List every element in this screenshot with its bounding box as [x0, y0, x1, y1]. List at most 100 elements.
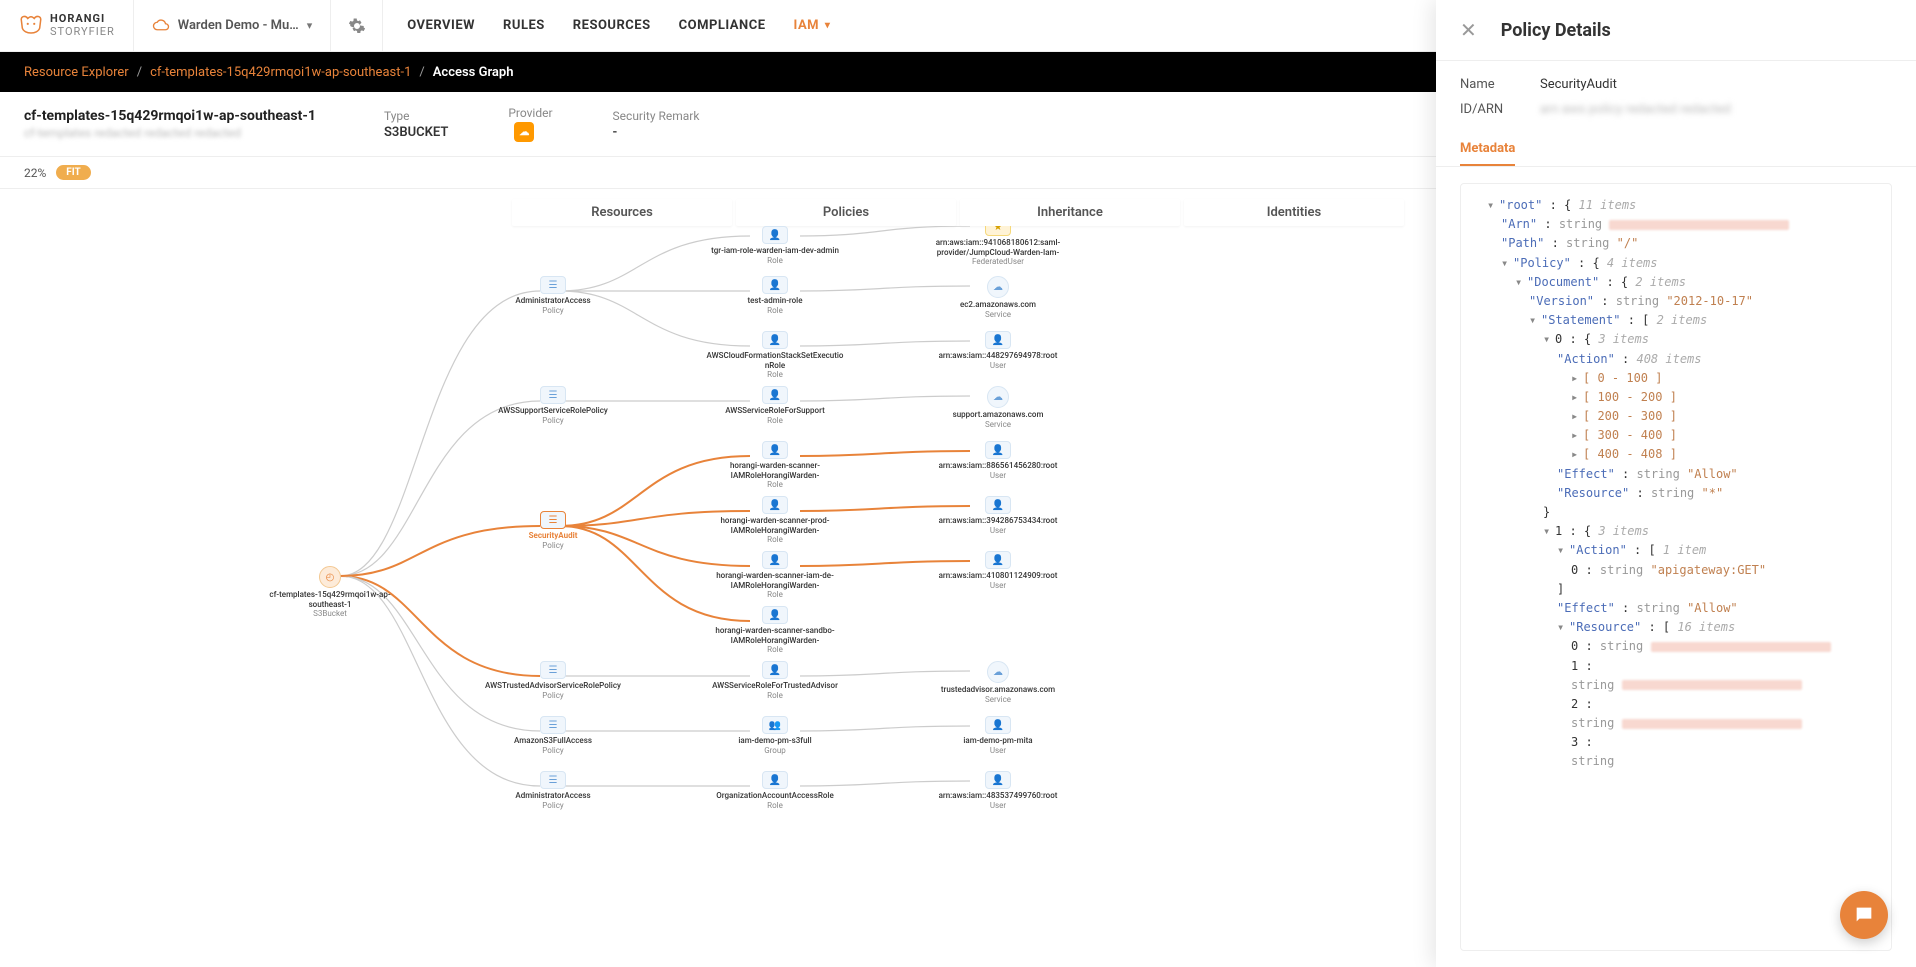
policy-icon: ☰: [540, 661, 566, 679]
type-label: Type: [384, 109, 448, 123]
settings-button[interactable]: [331, 0, 383, 51]
brand-logo[interactable]: HORANGI STORYFIER: [0, 0, 134, 51]
group-icon: 👥: [762, 716, 788, 734]
federated-user-icon: ★: [985, 226, 1011, 236]
policy-details-panel: ✕ Policy Details Name SecurityAudit ID/A…: [1436, 0, 1916, 967]
user-icon: 👤: [985, 551, 1011, 569]
breadcrumb-resource[interactable]: cf-templates-15q429rmqoi1w-ap-southeast-…: [150, 65, 411, 80]
resource-subtext: cf-templates redacted redacted redacted: [24, 126, 384, 140]
user-icon: 👤: [985, 441, 1011, 459]
nav-rules[interactable]: RULES: [503, 18, 545, 33]
node-role[interactable]: 👤AWSServiceRoleForTrustedAdvisorRole: [705, 661, 845, 700]
brand-name: HORANGI: [50, 13, 115, 25]
policy-icon: ☰: [540, 511, 566, 529]
horangi-tiger-icon: [18, 13, 44, 39]
node-identity[interactable]: 👤iam-demo-pm-mitaUser: [928, 716, 1068, 755]
policy-icon: ☰: [540, 386, 566, 404]
tab-metadata[interactable]: Metadata: [1460, 133, 1515, 166]
user-icon: 👤: [985, 771, 1011, 789]
service-icon: ☁: [987, 661, 1009, 683]
node-role[interactable]: 👤AWSCloudFormationStackSetExecutionRoleR…: [705, 331, 845, 379]
node-policy-selected[interactable]: ☰SecurityAuditPolicy: [483, 511, 623, 550]
breadcrumb-root[interactable]: Resource Explorer: [24, 65, 129, 80]
policy-icon: ☰: [540, 716, 566, 734]
remark-label: Security Remark: [613, 109, 700, 123]
node-identity[interactable]: ☁ec2.amazonaws.comService: [928, 276, 1068, 319]
node-policy[interactable]: ☰AmazonS3FullAccessPolicy: [483, 716, 623, 755]
nav-iam[interactable]: IAM ▾: [794, 18, 831, 33]
breadcrumb-leaf: Access Graph: [433, 65, 514, 80]
nav-compliance[interactable]: COMPLIANCE: [679, 18, 766, 33]
node-role[interactable]: 👤OrganizationAccountAccessRoleRole: [705, 771, 845, 810]
zoom-percent: 22%: [24, 166, 46, 180]
meta-name-label: Name: [1460, 77, 1540, 92]
user-icon: 👤: [985, 496, 1011, 514]
service-icon: ☁: [987, 276, 1009, 298]
workspace-label: Warden Demo - Mu…: [178, 18, 299, 33]
fit-button[interactable]: FIT: [56, 165, 90, 180]
workspace-selector[interactable]: Warden Demo - Mu… ▾: [134, 0, 331, 51]
node-policy[interactable]: ☰AdministratorAccessPolicy: [483, 771, 623, 810]
provider-label: Provider: [508, 106, 552, 120]
node-role[interactable]: 👤horangi-warden-scanner-IAMRoleHorangiWa…: [705, 441, 845, 489]
close-button[interactable]: ✕: [1460, 18, 1477, 42]
node-role[interactable]: 👤horangi-warden-scanner-prod-IAMRoleHora…: [705, 496, 845, 544]
role-icon: 👤: [762, 226, 788, 244]
node-identity[interactable]: ☁support.amazonaws.comService: [928, 386, 1068, 429]
node-identity[interactable]: ☁trustedadvisor.amazonaws.comService: [928, 661, 1068, 704]
node-role[interactable]: 👤tgr-iam-role-warden-iam-dev-adminRole: [705, 226, 845, 265]
panel-title: Policy Details: [1501, 20, 1611, 41]
graph-col-resources: Resources: [512, 199, 732, 226]
role-icon: 👤: [762, 551, 788, 569]
chevron-down-icon: ▾: [825, 20, 831, 31]
node-identity[interactable]: 👤arn:aws:iam::410801124909:rootUser: [928, 551, 1068, 590]
node-group[interactable]: 👥iam-demo-pm-s3fullGroup: [705, 716, 845, 755]
chat-button[interactable]: [1840, 891, 1888, 939]
node-role[interactable]: 👤AWSServiceRoleForSupportRole: [705, 386, 845, 425]
json-tree[interactable]: ▾"root" : { 11 items "Arn" : string "Pat…: [1460, 183, 1892, 951]
role-icon: 👤: [762, 386, 788, 404]
user-icon: 👤: [985, 716, 1011, 734]
aws-provider-icon: ☁: [514, 122, 534, 142]
role-icon: 👤: [762, 441, 788, 459]
role-icon: 👤: [762, 661, 788, 679]
meta-arn-label: ID/ARN: [1460, 102, 1540, 117]
node-role[interactable]: 👤horangi-warden-scanner-sandbo-IAMRoleHo…: [705, 606, 845, 654]
role-icon: 👤: [762, 496, 788, 514]
role-icon: 👤: [762, 606, 788, 624]
graph-col-inheritance: Inheritance: [960, 199, 1180, 226]
role-icon: 👤: [762, 331, 788, 349]
node-role[interactable]: 👤test-admin-roleRole: [705, 276, 845, 315]
brand-sub: STORYFIER: [50, 26, 115, 38]
node-policy[interactable]: ☰AdministratorAccessPolicy: [483, 276, 623, 315]
gear-icon: [348, 17, 366, 35]
user-icon: 👤: [985, 331, 1011, 349]
bucket-icon: ◴: [319, 566, 341, 588]
graph-col-identities: Identities: [1184, 199, 1404, 226]
chevron-down-icon: ▾: [307, 19, 313, 32]
cloud-icon: [152, 17, 170, 35]
meta-name-value: SecurityAudit: [1540, 77, 1892, 92]
chat-icon: [1853, 904, 1875, 926]
role-icon: 👤: [762, 771, 788, 789]
graph-col-policies: Policies: [736, 199, 956, 226]
remark-value: -: [613, 125, 700, 140]
node-identity[interactable]: 👤arn:aws:iam::483537499760:rootUser: [928, 771, 1068, 810]
node-identity[interactable]: 👤arn:aws:iam::394286753434:rootUser: [928, 496, 1068, 535]
node-identity[interactable]: ★arn:aws:iam::941068180612:saml-provider…: [928, 226, 1068, 266]
node-identity[interactable]: 👤arn:aws:iam::448297694978:rootUser: [928, 331, 1068, 370]
node-identity[interactable]: 👤arn:aws:iam::886561456280:rootUser: [928, 441, 1068, 480]
node-root[interactable]: ◴ cf-templates-15q429rmqoi1w-ap-southeas…: [260, 566, 400, 618]
nav-resources[interactable]: RESOURCES: [573, 18, 651, 33]
node-role[interactable]: 👤horangi-warden-scanner-iam-de-IAMRoleHo…: [705, 551, 845, 599]
role-icon: 👤: [762, 276, 788, 294]
nav-overview[interactable]: OVERVIEW: [407, 18, 475, 33]
resource-title: cf-templates-15q429rmqoi1w-ap-southeast-…: [24, 108, 384, 124]
meta-arn-value: arn aws policy redacted redacted: [1540, 102, 1892, 117]
policy-icon: ☰: [540, 276, 566, 294]
node-policy[interactable]: ☰AWSTrustedAdvisorServiceRolePolicyPolic…: [483, 661, 623, 700]
node-policy[interactable]: ☰AWSSupportServiceRolePolicyPolicy: [483, 386, 623, 425]
service-icon: ☁: [987, 386, 1009, 408]
type-value: S3BUCKET: [384, 125, 448, 140]
policy-icon: ☰: [540, 771, 566, 789]
